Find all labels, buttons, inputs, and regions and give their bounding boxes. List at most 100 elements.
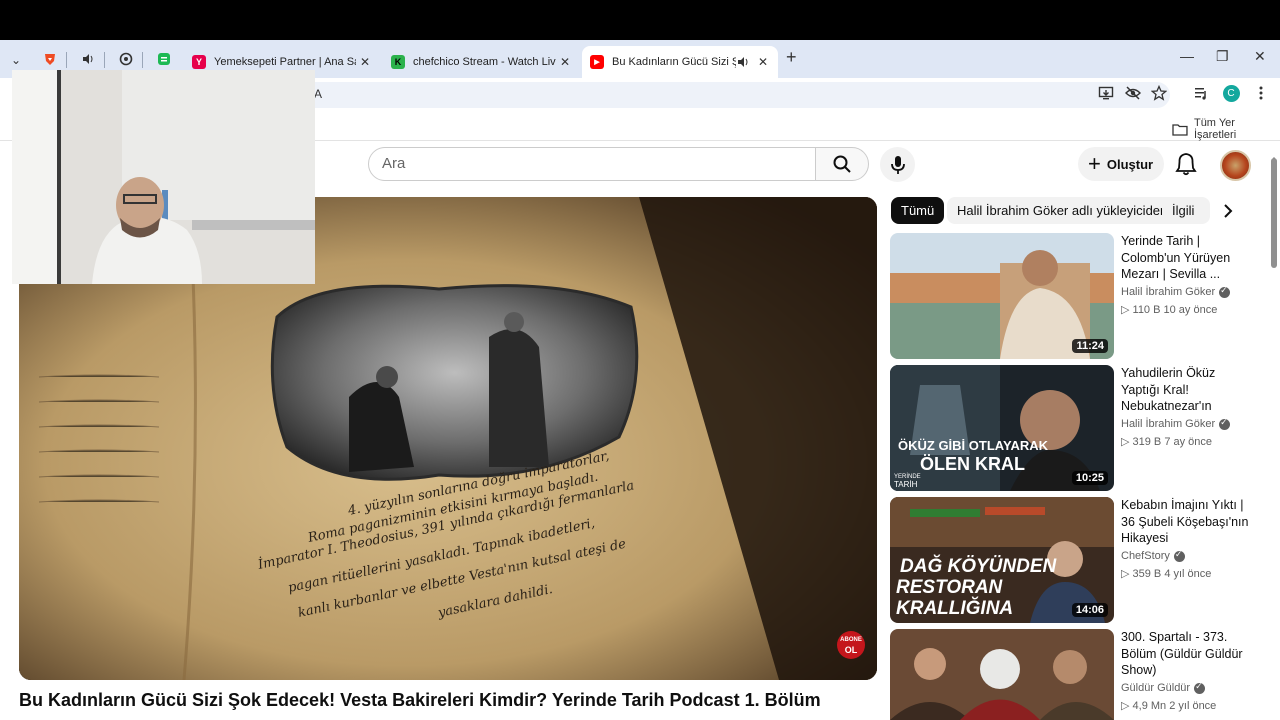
verified-icon: [1219, 285, 1231, 298]
video-title: Bu Kadınların Gücü Sizi Şok Edecek! Vest…: [19, 690, 821, 710]
thumbnail-logo: TARİH: [894, 480, 918, 489]
recommendation-channel[interactable]: Güldür Güldür: [1121, 681, 1206, 694]
profile-letter: C: [1222, 84, 1240, 102]
recommendation-title[interactable]: Yerinde Tarih | Colomb'un Yürüyen Mezarı…: [1121, 233, 1253, 283]
yemeksepeti-icon: Y: [192, 55, 206, 69]
kick-icon: K: [391, 55, 405, 69]
tab-divider: [104, 52, 105, 68]
video-duration: 10:25: [1071, 471, 1108, 485]
eye-off-icon[interactable]: [1124, 84, 1142, 102]
chevron-right-icon[interactable]: [1217, 201, 1239, 221]
close-window-button[interactable]: ✕: [1254, 48, 1266, 65]
speaker-icon: [83, 54, 93, 64]
recommendation-meta: ▷ 359 B 4 yıl önce: [1121, 567, 1211, 580]
tab-close-button[interactable]: ✕: [754, 55, 772, 69]
tab-close-button[interactable]: ✕: [356, 55, 374, 69]
search-button[interactable]: [815, 147, 869, 181]
pinned-tab-audio[interactable]: [76, 48, 100, 70]
upload-age: 2 yıl önce: [1169, 700, 1217, 712]
tab-search-dropdown[interactable]: ⌄: [6, 50, 26, 70]
thumbnail-logo: YERİNDE: [894, 473, 921, 480]
verified-icon: [1194, 681, 1206, 694]
all-bookmarks-button[interactable]: Tüm Yer İşaretleri: [1172, 117, 1280, 141]
subscribe-badge-text: OL: [845, 645, 858, 655]
video-duration: 11:24: [1072, 339, 1108, 353]
verified-icon: [1219, 417, 1231, 430]
search-input[interactable]: [368, 147, 816, 181]
tab-title: Yemeksepeti Partner | Ana Sayfa: [214, 56, 356, 68]
recommendation-thumbnail[interactable]: ÖKÜZ GİBİ OTLAYARAK ÖLEN KRAL YERİNDE TA…: [890, 365, 1114, 491]
recommendation-channel[interactable]: Halil İbrahim Göker: [1121, 417, 1231, 430]
subscribe-badge-text: ABONE: [840, 637, 862, 643]
tab-title: Bu Kadınların Gücü Sizi Şok: [612, 56, 736, 68]
thumbnail-caption: DAĞ KÖYÜNDEN: [900, 555, 1058, 577]
folder-icon: [1172, 123, 1188, 136]
view-count: ▷ 110 B: [1121, 304, 1161, 316]
view-count: ▷ 359 B: [1121, 568, 1162, 580]
more-options-icon[interactable]: [1252, 84, 1270, 102]
brave-icon: [45, 54, 55, 65]
upload-age: 10 ay önce: [1163, 304, 1218, 316]
thumbnail-caption: KRALLIĞINA: [896, 597, 1013, 619]
search-placeholder: Ara: [382, 155, 406, 172]
thumbnail-caption: RESTORAN: [896, 577, 1004, 598]
thumbnail-caption: ÖKÜZ GİBİ OTLAYARAK: [898, 438, 1049, 453]
thumbnail-caption: ÖLEN KRAL: [920, 454, 1025, 474]
tab-chefchico[interactable]: K chefchico Stream - Watch Live o ✕: [383, 46, 580, 78]
recommendation-title[interactable]: 300. Spartalı - 373. Bölüm (Güldür Güldü…: [1121, 629, 1253, 679]
recommendation-thumbnail[interactable]: 11:24: [890, 233, 1114, 359]
recommendation-thumbnail[interactable]: DAĞ KÖYÜNDEN RESTORAN KRALLIĞINA 14:06: [890, 497, 1114, 623]
bookmark-star-icon[interactable]: [1150, 84, 1168, 102]
minimize-button[interactable]: —: [1180, 48, 1194, 64]
notifications-bell-icon[interactable]: [1175, 152, 1197, 176]
view-count: ▷ 4,9 Mn: [1121, 700, 1167, 712]
channel-name: Halil İbrahim Göker: [1121, 286, 1216, 298]
recommendation-title[interactable]: Kebabın İmajını Yıktı | 36 Şubeli Köşeba…: [1121, 497, 1253, 547]
create-button[interactable]: + Oluştur: [1078, 147, 1164, 181]
tab-divider: [66, 52, 67, 68]
url-text[interactable]: A: [314, 87, 322, 101]
speaker-icon[interactable]: [736, 55, 750, 69]
user-avatar[interactable]: [1220, 150, 1251, 181]
profile-avatar[interactable]: C: [1222, 84, 1240, 102]
screen-top-bar: [0, 0, 1280, 40]
tab-youtube-active[interactable]: ▶ Bu Kadınların Gücü Sizi Şok ✕: [582, 46, 778, 78]
recommendation-meta: ▷ 319 B 7 ay önce: [1121, 435, 1212, 448]
all-bookmarks-label: Tüm Yer İşaretleri: [1193, 117, 1237, 141]
tab-title: chefchico Stream - Watch Live o: [413, 56, 556, 68]
search-icon: [833, 155, 851, 173]
voice-search-button[interactable]: [880, 147, 915, 182]
microphone-icon: [890, 155, 905, 174]
chatgpt-icon: [119, 52, 133, 66]
tab-divider: [142, 52, 143, 68]
pinned-tab-chatgpt[interactable]: [114, 48, 138, 70]
recommendation-channel[interactable]: Halil İbrahim Göker: [1121, 285, 1231, 298]
youtube-icon: ▶: [590, 55, 604, 69]
subscribe-badge: ABONE OL: [837, 631, 865, 659]
chip-uploader[interactable]: Halil İbrahim Göker adlı yükleyiciden: [947, 197, 1178, 224]
app-icon: [158, 53, 170, 65]
webcam-overlay: [12, 70, 315, 284]
upload-age: 7 ay önce: [1164, 436, 1213, 448]
maximize-button[interactable]: ❐: [1216, 48, 1229, 65]
recommendation-title[interactable]: Yahudilerin Öküz Yaptığı Kral! Nebukatne…: [1121, 365, 1253, 415]
recommendation-channel[interactable]: ChefStory: [1121, 549, 1185, 562]
scrollbar-thumb[interactable]: [1271, 158, 1277, 268]
chip-related[interactable]: İlgili: [1162, 197, 1210, 224]
channel-name: ChefStory: [1121, 550, 1170, 562]
pinned-tab-green[interactable]: [152, 48, 176, 70]
create-label: Oluştur: [1106, 156, 1154, 172]
recommendation-meta: ▷ 4,9 Mn 2 yıl önce: [1121, 699, 1216, 712]
install-app-icon[interactable]: [1097, 84, 1115, 102]
upload-age: 4 yıl önce: [1164, 568, 1212, 580]
plus-icon: +: [1088, 151, 1101, 176]
pinned-tab-brave[interactable]: [38, 48, 62, 70]
webcam-image: [12, 70, 315, 284]
recommendation-thumbnail[interactable]: [890, 629, 1114, 720]
tab-close-button[interactable]: ✕: [556, 55, 574, 69]
media-control-icon[interactable]: [1192, 84, 1210, 102]
recommendation-meta: ▷ 110 B 10 ay önce: [1121, 303, 1217, 316]
chip-all[interactable]: Tümü: [891, 197, 945, 224]
new-tab-button[interactable]: +: [786, 47, 797, 68]
video-duration: 14:06: [1071, 603, 1108, 617]
